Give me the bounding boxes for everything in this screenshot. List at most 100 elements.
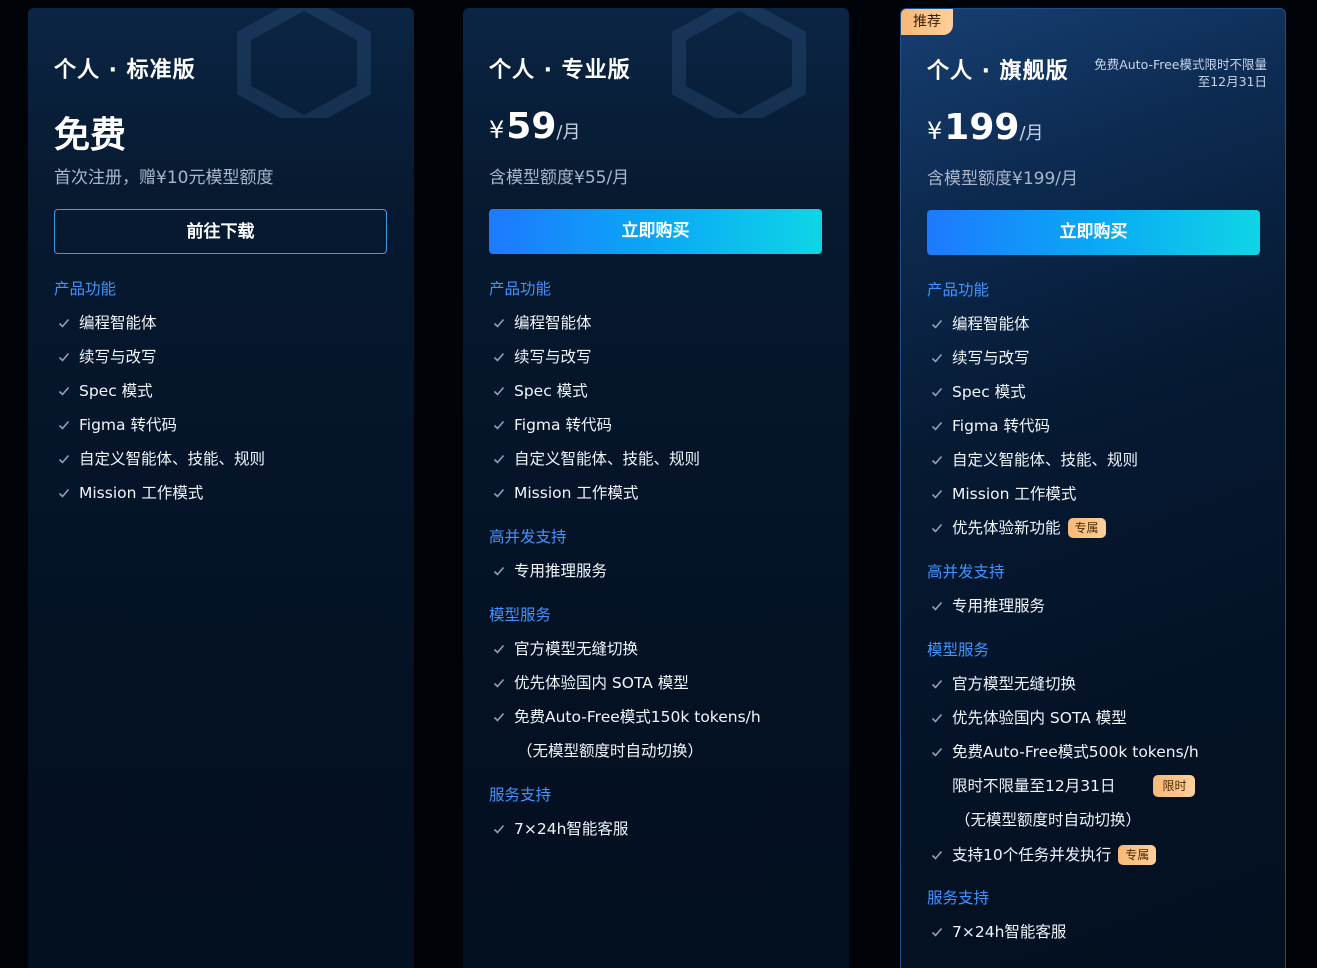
feature-label: 7×24h智能客服 <box>514 820 629 838</box>
check-icon <box>58 352 70 362</box>
section-heading-concurrency: 高并发支持 <box>927 563 1005 581</box>
feature-label: 免费Auto-Free模式150k tokens/h <box>514 708 761 726</box>
feature-label: Figma 转代码 <box>514 416 612 434</box>
section-heading-features: 产品功能 <box>927 281 990 299</box>
check-icon <box>493 488 505 498</box>
check-icon <box>931 455 943 465</box>
check-icon <box>931 713 943 723</box>
feature-item: 续写与改写 <box>54 346 394 380</box>
plan-card-flagship: 推荐 免费Auto-Free模式限时不限量 至12月31日 个人 · 旗舰版 ¥… <box>900 8 1286 968</box>
feature-item: Spec 模式 <box>927 381 1265 415</box>
price-period: /月 <box>1019 123 1044 144</box>
price-currency: ¥ <box>927 117 943 145</box>
buy-now-button[interactable]: 立即购买 <box>489 209 822 254</box>
feature-item: 编程智能体 <box>927 313 1265 347</box>
price-amount: 59 <box>506 106 557 147</box>
feature-label: 支持10个任务并发执行 <box>952 846 1112 864</box>
plan-price: ¥199/月 <box>927 107 1044 148</box>
check-icon <box>493 352 505 362</box>
feature-item: Mission 工作模式 <box>927 483 1265 517</box>
feature-note: （无模型额度时自动切换） <box>955 811 1142 829</box>
hexagon-decoration-icon <box>237 8 371 118</box>
feature-label: 优先体验国内 SOTA 模型 <box>952 709 1127 727</box>
check-icon <box>493 712 505 722</box>
feature-label: 专用推理服务 <box>952 597 1046 615</box>
feature-item: 官方模型无缝切换 <box>927 673 1265 707</box>
limit-line: 限时不限量至12月31日 <box>952 777 1116 795</box>
plan-title: 个人 · 旗舰版 <box>927 59 1069 84</box>
feature-note: （无模型额度时自动切换） <box>517 742 704 760</box>
feature-item: 免费Auto-Free模式500k tokens/h <box>927 741 1265 775</box>
feature-label: 编程智能体 <box>952 315 1030 333</box>
section-heading-features: 产品功能 <box>54 280 117 298</box>
feature-label: 7×24h智能客服 <box>952 923 1067 941</box>
feature-item: 续写与改写 <box>927 347 1265 381</box>
feature-label: Mission 工作模式 <box>79 484 204 502</box>
feature-item: 7×24h智能客服 <box>927 921 1265 955</box>
feature-item: Mission 工作模式 <box>54 482 394 516</box>
check-icon <box>493 824 505 834</box>
check-icon <box>931 927 943 937</box>
promo-line-1: 免费Auto-Free模式限时不限量 <box>1094 57 1267 72</box>
feature-item: Spec 模式 <box>489 380 829 414</box>
feature-list: 产品功能 编程智能体 续写与改写 Spec 模式 Figma 转代码 自定义智能… <box>489 278 829 852</box>
check-icon <box>58 454 70 464</box>
check-icon <box>58 386 70 396</box>
pricing-page: 个人 · 标准版 免费 首次注册，赠¥10元模型额度 前往下载 产品功能 编程智… <box>0 0 1317 968</box>
feature-item: 优先体验国内 SOTA 模型 <box>927 707 1265 741</box>
section-heading-concurrency: 高并发支持 <box>489 528 567 546</box>
check-icon <box>493 420 505 430</box>
promo-note: 免费Auto-Free模式限时不限量 至12月31日 <box>1094 56 1267 90</box>
section-heading-support: 服务支持 <box>489 786 552 804</box>
check-icon <box>493 454 505 464</box>
check-icon <box>493 318 505 328</box>
check-icon <box>931 387 943 397</box>
check-icon <box>931 319 943 329</box>
feature-item: 优先体验新功能 专属 <box>927 517 1265 551</box>
feature-label: Figma 转代码 <box>79 416 177 434</box>
section-heading-model-service: 模型服务 <box>489 606 552 624</box>
check-icon <box>493 386 505 396</box>
feature-label: 自定义智能体、技能、规则 <box>952 451 1139 469</box>
limited-tag: 限时 <box>1153 775 1196 797</box>
check-icon <box>58 318 70 328</box>
feature-label: 官方模型无缝切换 <box>952 675 1077 693</box>
buy-now-button[interactable]: 立即购买 <box>927 210 1260 255</box>
check-icon <box>493 644 505 654</box>
feature-continuation: 限时不限量至12月31日 限时 <box>927 775 1265 809</box>
exclusive-tag: 专属 <box>1067 518 1106 538</box>
plan-title: 个人 · 标准版 <box>54 58 196 83</box>
feature-label: Figma 转代码 <box>952 417 1050 435</box>
feature-label: Mission 工作模式 <box>514 484 639 502</box>
feature-item: 7×24h智能客服 <box>489 818 829 852</box>
feature-item: 专用推理服务 <box>927 595 1265 629</box>
feature-label: 优先体验新功能 <box>952 519 1061 537</box>
hexagon-decoration-icon <box>672 8 806 118</box>
feature-item: 自定义智能体、技能、规则 <box>927 449 1265 483</box>
plan-card-pro: 个人 · 专业版 ¥59/月 含模型额度¥55/月 立即购买 产品功能 编程智能… <box>463 8 849 968</box>
feature-item: 续写与改写 <box>489 346 829 380</box>
price-period: /月 <box>556 122 581 143</box>
feature-label: 自定义智能体、技能、规则 <box>514 450 701 468</box>
download-button[interactable]: 前往下载 <box>54 209 387 254</box>
feature-item: 支持10个任务并发执行 专属 <box>927 844 1265 878</box>
feature-item: 专用推理服务 <box>489 560 829 594</box>
plan-price: ¥59/月 <box>489 106 580 147</box>
feature-label: 续写与改写 <box>79 348 157 366</box>
feature-item: 自定义智能体、技能、规则 <box>489 448 829 482</box>
feature-label: 专用推理服务 <box>514 562 608 580</box>
check-icon <box>931 489 943 499</box>
feature-item: Spec 模式 <box>54 380 394 414</box>
check-icon <box>931 353 943 363</box>
check-icon <box>931 679 943 689</box>
check-icon <box>931 421 943 431</box>
promo-line-2: 至12月31日 <box>1197 74 1267 89</box>
feature-item: 编程智能体 <box>489 312 829 346</box>
feature-label: 编程智能体 <box>79 314 157 332</box>
plan-price: 免费 <box>54 106 126 158</box>
feature-label: 免费Auto-Free模式500k tokens/h <box>952 743 1199 761</box>
feature-list: 产品功能 编程智能体 续写与改写 Spec 模式 Figma 转代码 自定义智能… <box>54 278 394 516</box>
feature-label: Mission 工作模式 <box>952 485 1077 503</box>
feature-label: Spec 模式 <box>79 382 153 400</box>
check-icon <box>58 420 70 430</box>
